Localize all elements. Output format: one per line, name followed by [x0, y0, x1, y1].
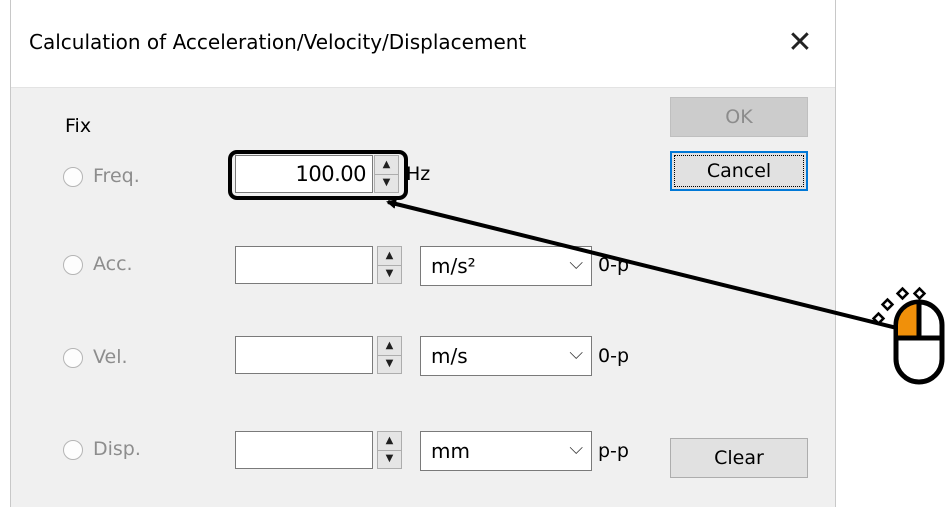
- pointer-arrow: [386, 199, 906, 332]
- mouse-left-click-icon: [893, 299, 945, 385]
- annotation-overlay: [386, 199, 945, 385]
